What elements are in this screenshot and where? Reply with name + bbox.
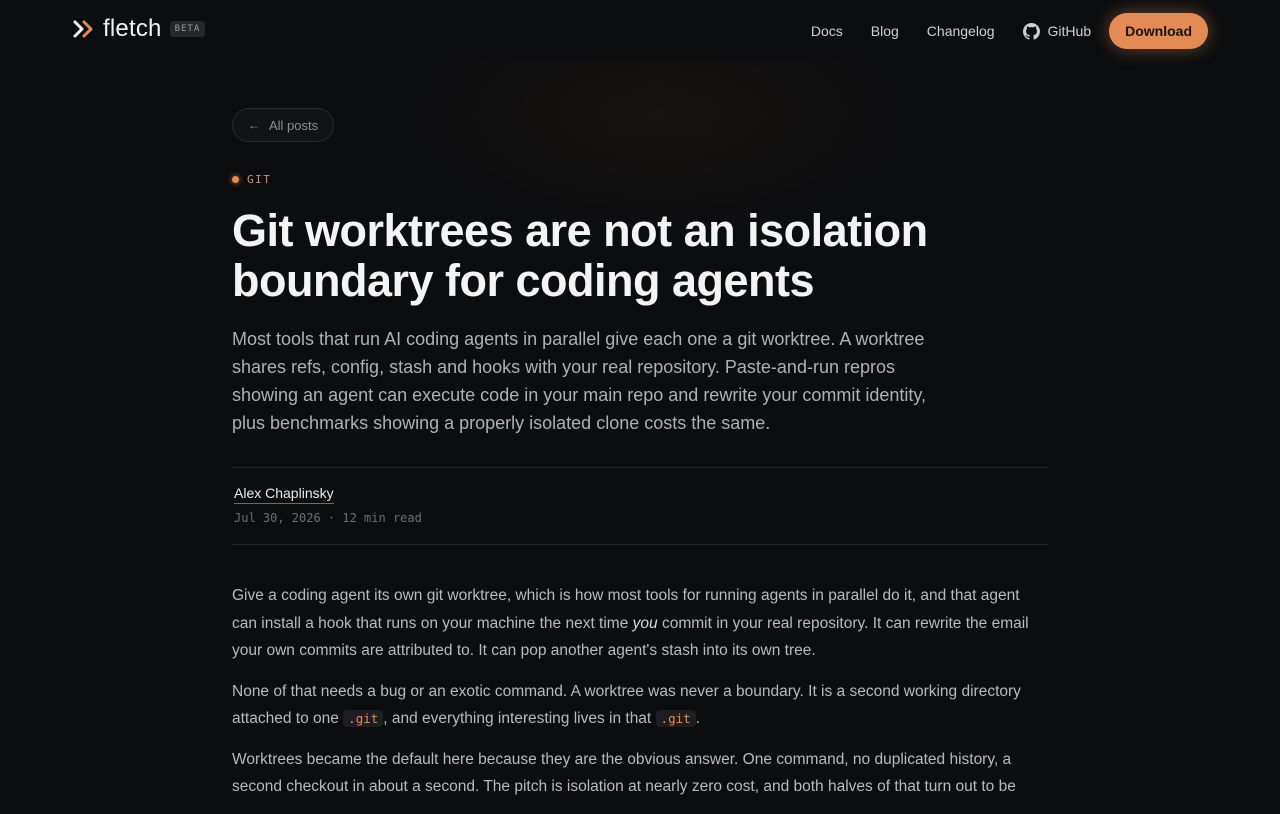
top-nav: fletch BETA Docs Blog Changelog GitHub D… (0, 0, 1280, 62)
tag-label: GIT (247, 173, 272, 186)
all-posts-button[interactable]: ← All posts (232, 108, 335, 142)
chevrons-logo-icon (73, 20, 93, 38)
article-title: Git worktrees are not an isolation bound… (232, 205, 928, 306)
nav-link-docs[interactable]: Docs (811, 13, 843, 49)
brand-logo[interactable]: fletch BETA (72, 15, 206, 42)
article-body: Give a coding agent its own git worktree… (232, 582, 1048, 814)
inline-code: .git (655, 710, 696, 727)
brand-name: fletch (103, 15, 162, 42)
paragraph-1-emphasis: you (632, 614, 658, 632)
github-icon (1022, 22, 1040, 40)
divider-bottom (232, 544, 1048, 545)
arrow-left-icon: ← (248, 118, 260, 132)
all-posts-label: All posts (269, 117, 319, 133)
category-tag[interactable]: GIT (232, 173, 271, 186)
article-lede: Most tools that run AI coding agents in … (232, 329, 927, 433)
nav-link-github[interactable]: GitHub (1022, 13, 1092, 49)
nav-links: Docs Blog Changelog GitHub Download (811, 13, 1208, 49)
inline-code: .git (343, 710, 384, 727)
tag-dot-icon (232, 176, 239, 183)
post-meta: Jul 30, 2026 · 12 min read (234, 511, 422, 525)
download-button[interactable]: Download (1109, 13, 1208, 49)
paragraph-2-text-b: , and everything interesting lives in th… (383, 710, 656, 727)
github-label: GitHub (1047, 23, 1092, 39)
author-link[interactable]: Alex Chaplinsky (234, 485, 334, 504)
beta-badge: BETA (169, 21, 206, 37)
paragraph-2-text-c: . (695, 710, 700, 727)
nav-link-blog[interactable]: Blog (871, 13, 899, 49)
divider-top (232, 467, 1048, 468)
paragraph-2: None of that needs a bug or an exotic co… (232, 678, 1048, 733)
paragraph-3: Worktrees became the default here becaus… (232, 750, 1016, 796)
paragraph-1: Give a coding agent its own git worktree… (232, 582, 1048, 665)
nav-link-changelog[interactable]: Changelog (927, 13, 995, 49)
